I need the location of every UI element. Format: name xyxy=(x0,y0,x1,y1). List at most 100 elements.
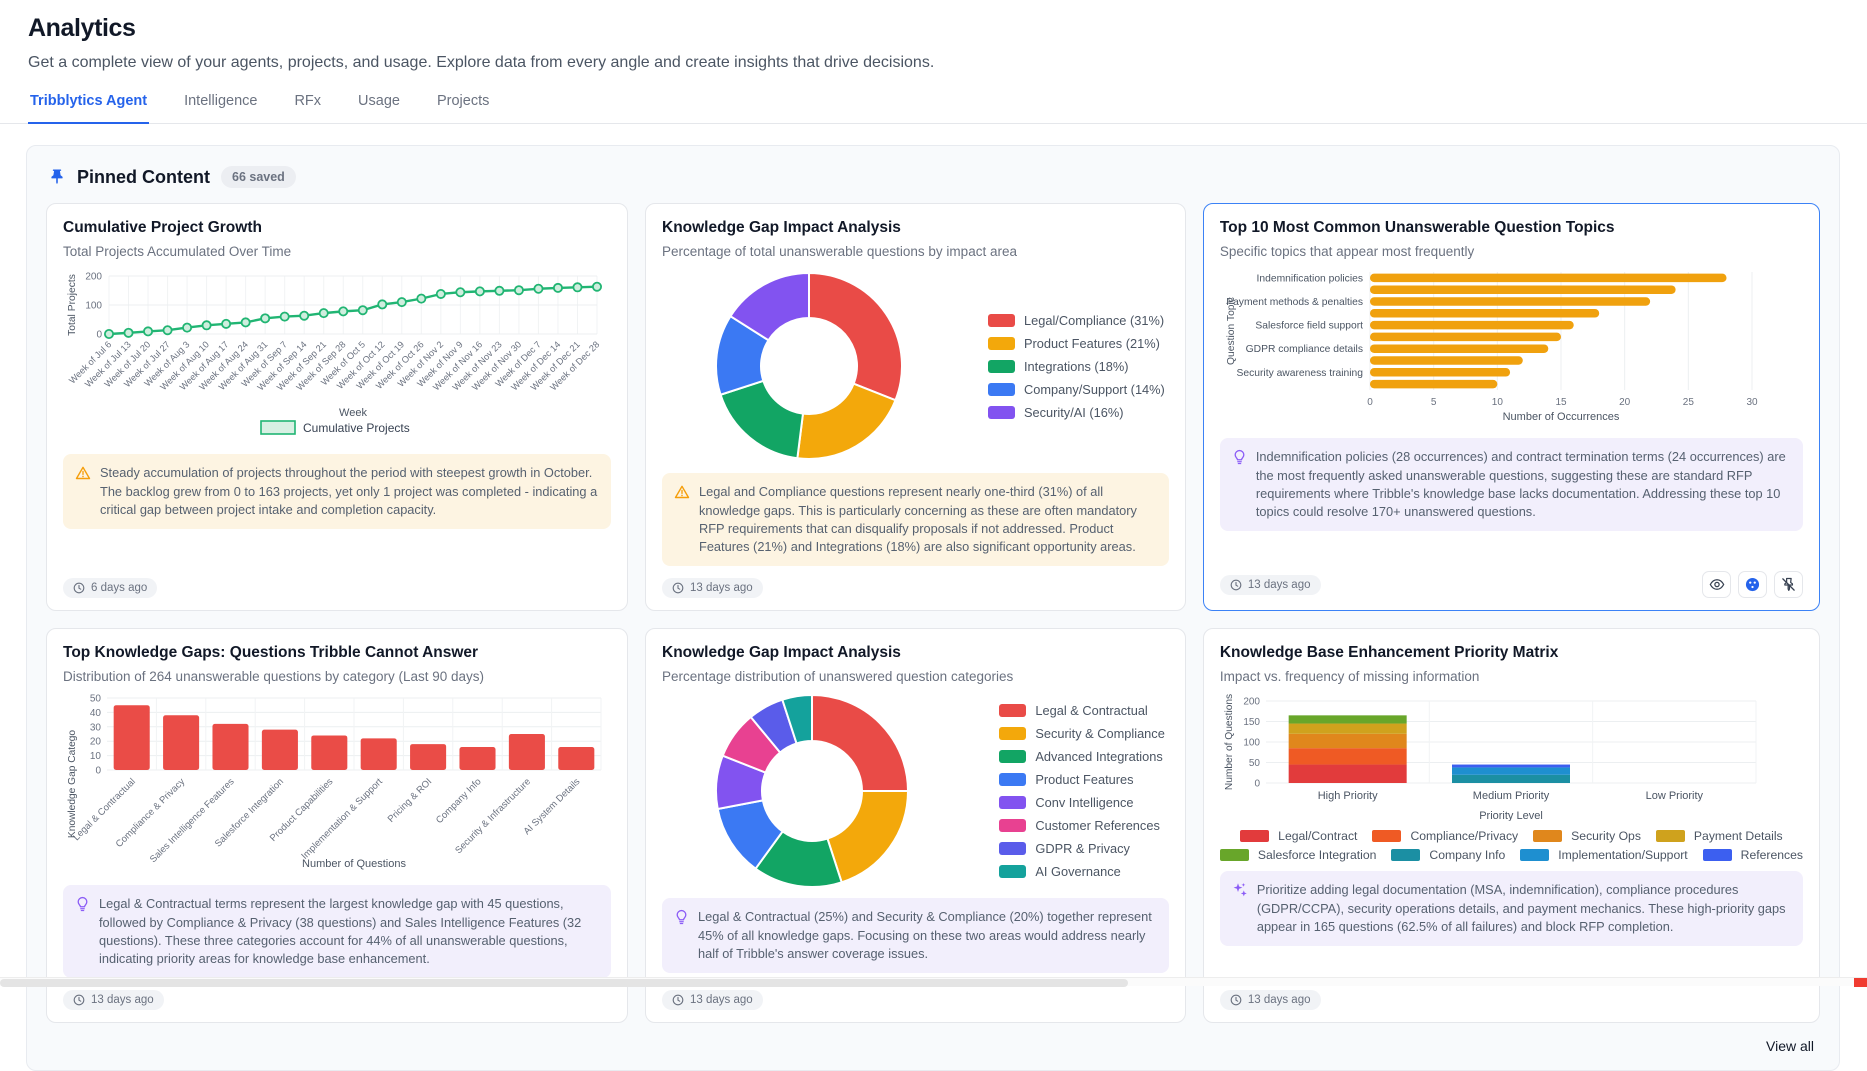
timestamp-badge: 13 days ago xyxy=(662,990,763,1010)
svg-text:GDPR compliance details: GDPR compliance details xyxy=(1246,345,1363,356)
timestamp-text: 13 days ago xyxy=(1248,994,1311,1006)
chart-legend: Legal/Compliance (31%)Product Features (… xyxy=(988,313,1165,420)
card-title: Top 10 Most Common Unanswerable Question… xyxy=(1220,218,1803,237)
svg-text:100: 100 xyxy=(1243,738,1260,749)
svg-text:200: 200 xyxy=(1243,697,1260,708)
lightbulb-icon xyxy=(75,896,90,968)
card-top-10-unanswerable-topics[interactable]: Top 10 Most Common Unanswerable Question… xyxy=(1203,203,1820,611)
card-subtitle: Percentage distribution of unanswered qu… xyxy=(662,669,1169,684)
question-categories-donut-chart: Legal & ContractualSecurity & Compliance… xyxy=(662,693,1169,889)
timestamp-badge: 13 days ago xyxy=(1220,990,1321,1010)
view-all-row: View all xyxy=(46,1023,1820,1058)
insight-text: Legal & Contractual (25%) and Security &… xyxy=(698,908,1157,962)
tab-rfx[interactable]: RFx xyxy=(292,93,323,123)
timestamp-text: 13 days ago xyxy=(91,994,154,1006)
card-subtitle: Percentage of total unanswerable questio… xyxy=(662,244,1169,259)
svg-text:Priority Level: Priority Level xyxy=(1479,810,1543,821)
page-header: Analytics Get a complete view of your ag… xyxy=(0,0,1867,72)
view-button[interactable] xyxy=(1702,571,1731,598)
insight-box: Legal & Contractual terms represent the … xyxy=(63,885,611,978)
insight-text: Indemnification policies (28 occurrences… xyxy=(1256,448,1791,521)
svg-text:Payment methods & penalties: Payment methods & penalties xyxy=(1226,297,1363,308)
legend-item: GDPR & Privacy xyxy=(999,841,1164,856)
card-title: Knowledge Base Enhancement Priority Matr… xyxy=(1220,643,1803,662)
legend-item: Compliance/Privacy xyxy=(1372,829,1518,843)
legend-item: Product Features (21%) xyxy=(988,336,1165,351)
svg-text:10: 10 xyxy=(1492,397,1504,408)
tab-intelligence[interactable]: Intelligence xyxy=(182,93,259,123)
warning-icon xyxy=(674,484,690,556)
page-title: Analytics xyxy=(28,14,1839,43)
card-priority-matrix[interactable]: Knowledge Base Enhancement Priority Matr… xyxy=(1203,628,1820,1023)
svg-text:50: 50 xyxy=(90,694,102,705)
insight-text: Prioritize adding legal documentation (M… xyxy=(1257,881,1791,935)
insight-text: Legal & Contractual terms represent the … xyxy=(99,895,599,968)
insight-box: Indemnification policies (28 occurrences… xyxy=(1220,438,1803,531)
svg-text:15: 15 xyxy=(1555,397,1567,408)
chart-legend: Legal/Contract Compliance/Privacy Security… xyxy=(1220,829,1803,862)
legend-item: Security Ops xyxy=(1533,829,1641,843)
svg-text:Pricing & ROI: Pricing & ROI xyxy=(386,777,434,825)
insight-box: Legal and Compliance questions represent… xyxy=(662,473,1169,566)
insight-text: Steady accumulation of projects througho… xyxy=(100,464,599,518)
svg-text:Number of Questions: Number of Questions xyxy=(302,858,406,870)
horizontal-scrollbar[interactable] xyxy=(0,977,1867,986)
svg-text:20: 20 xyxy=(90,737,102,748)
card-title: Knowledge Gap Impact Analysis xyxy=(662,643,1169,662)
clock-icon xyxy=(73,582,85,594)
svg-text:High Priority: High Priority xyxy=(1318,790,1378,802)
insight-box: Legal & Contractual (25%) and Security &… xyxy=(662,898,1169,972)
timestamp-badge: 6 days ago xyxy=(63,578,157,598)
pinned-content-title: Pinned Content xyxy=(77,167,210,188)
insights-button[interactable] xyxy=(1738,571,1767,598)
card-actions xyxy=(1702,571,1803,598)
svg-text:Medium Priority: Medium Priority xyxy=(1473,790,1550,802)
legend-item: Implementation/Support xyxy=(1520,848,1687,862)
svg-text:Cumulative Projects: Cumulative Projects xyxy=(303,421,410,435)
legend-item: Security/AI (16%) xyxy=(988,405,1165,420)
svg-text:0: 0 xyxy=(1367,397,1373,408)
pin-off-icon xyxy=(1781,577,1796,592)
card-subtitle: Total Projects Accumulated Over Time xyxy=(63,244,611,259)
svg-text:Week: Week xyxy=(339,407,367,419)
svg-text:Sales Intelligence Features: Sales Intelligence Features xyxy=(148,777,237,866)
tab-projects[interactable]: Projects xyxy=(435,93,491,123)
svg-text:Number of Questions: Number of Questions xyxy=(1224,694,1235,790)
tab-usage[interactable]: Usage xyxy=(356,93,402,123)
view-all-link[interactable]: View all xyxy=(1766,1038,1814,1054)
legend-item: Customer References xyxy=(999,818,1164,833)
legend-item: Product Features xyxy=(999,772,1164,787)
timestamp-text: 13 days ago xyxy=(690,994,753,1006)
svg-text:0: 0 xyxy=(95,766,101,777)
svg-text:40: 40 xyxy=(90,708,102,719)
priority-matrix-stacked-chart: 050100150200High PriorityMedium Priority… xyxy=(1220,693,1803,862)
card-title: Knowledge Gap Impact Analysis xyxy=(662,218,1169,237)
legend-item: Legal/Contract xyxy=(1240,829,1357,843)
unpin-button[interactable] xyxy=(1774,571,1803,598)
lightbulb-icon xyxy=(674,909,689,962)
svg-text:30: 30 xyxy=(90,723,102,734)
insight-text: Legal and Compliance questions represent… xyxy=(699,483,1157,556)
cumulative-project-growth-line-chart: 0100200Week of Jul 6Week of Jul 13Week o… xyxy=(63,268,611,445)
clock-icon xyxy=(672,994,684,1006)
svg-text:50: 50 xyxy=(1249,758,1261,769)
card-top-knowledge-gaps[interactable]: Top Knowledge Gaps: Questions Tribble Ca… xyxy=(46,628,628,1023)
svg-text:5: 5 xyxy=(1431,397,1437,408)
knowledge-gaps-bar-chart: 01020304050Legal & ContractualCompliance… xyxy=(63,693,611,876)
sparkles-icon xyxy=(1232,882,1248,935)
svg-text:Number of Occurrences: Number of Occurrences xyxy=(1502,411,1619,423)
svg-text:25: 25 xyxy=(1683,397,1695,408)
legend-item: Salesforce Integration xyxy=(1220,848,1377,862)
timestamp-text: 6 days ago xyxy=(91,582,147,594)
svg-text:30: 30 xyxy=(1746,397,1758,408)
timestamp-badge: 13 days ago xyxy=(662,578,763,598)
card-knowledge-gap-impact-analysis[interactable]: Knowledge Gap Impact Analysis Percentage… xyxy=(645,203,1186,611)
svg-text:0: 0 xyxy=(96,330,102,341)
legend-item: Company Info xyxy=(1391,848,1505,862)
legend-item: Payment Details xyxy=(1656,829,1783,843)
svg-text:20: 20 xyxy=(1619,397,1631,408)
card-knowledge-gap-impact-analysis-2[interactable]: Knowledge Gap Impact Analysis Percentage… xyxy=(645,628,1186,1023)
card-cumulative-project-growth[interactable]: Cumulative Project Growth Total Projects… xyxy=(46,203,628,611)
tab-tribblytics-agent[interactable]: Tribblytics Agent xyxy=(28,93,149,124)
card-title: Top Knowledge Gaps: Questions Tribble Ca… xyxy=(63,643,611,662)
